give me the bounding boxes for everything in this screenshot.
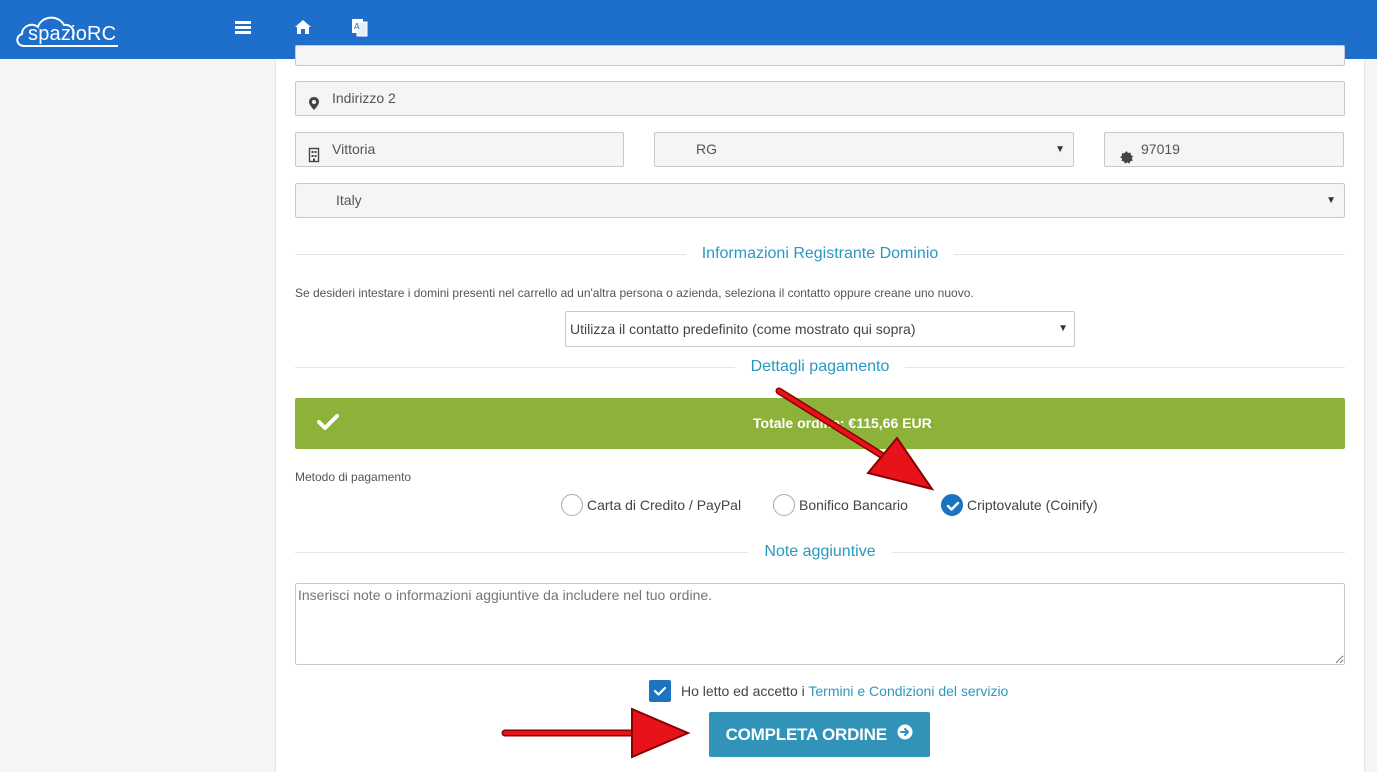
radio-checked-icon — [941, 494, 963, 516]
payment-section-heading: Dettagli pagamento — [295, 355, 1345, 379]
complete-order-label: COMPLETA ORDINE — [725, 725, 888, 744]
address1-field-partial[interactable] — [295, 45, 1345, 66]
payment-option-label: Bonifico Bancario — [799, 497, 908, 513]
payment-title: Dettagli pagamento — [734, 355, 906, 379]
terms-prefix: Ho letto ed accetto i — [681, 683, 809, 699]
order-total-bar: Totale ordine: €115,66 EUR — [295, 398, 1345, 449]
menu-icon[interactable] — [233, 17, 257, 39]
state-select[interactable]: RG ▼ — [654, 132, 1074, 167]
radio-circle — [773, 494, 795, 516]
spaziorc-logo[interactable]: spazioRC — [14, 8, 124, 52]
logo-text: spazioRC — [28, 23, 117, 45]
address2-value: Indirizzo 2 — [332, 90, 396, 106]
registrant-title: Informazioni Registrante Dominio — [685, 242, 955, 266]
chevron-down-icon: ▼ — [1055, 144, 1065, 155]
payment-option-label: Criptovalute (Coinify) — [967, 497, 1098, 513]
chevron-down-icon: ▼ — [1326, 195, 1336, 206]
contact-select-value: Utilizza il contatto predefinito (come m… — [570, 321, 916, 337]
check-icon — [653, 686, 667, 696]
certificate-icon — [1120, 143, 1134, 164]
order-total-text: Totale ordine: €115,66 EUR — [753, 415, 932, 431]
building-icon — [308, 142, 322, 163]
country-select[interactable]: Italy ▼ — [295, 183, 1345, 218]
chevron-down-icon: ▼ — [1058, 323, 1068, 334]
sidebar — [0, 59, 275, 772]
svg-text:A: A — [354, 22, 360, 31]
address2-field[interactable]: Indirizzo 2 — [295, 81, 1345, 116]
payment-option-bank-transfer[interactable]: Bonifico Bancario — [773, 494, 923, 516]
notes-section-heading: Note aggiuntive — [295, 540, 1345, 564]
terms-checkbox[interactable] — [649, 680, 671, 702]
postcode-field[interactable]: 97019 — [1104, 132, 1344, 167]
map-marker-icon — [308, 91, 322, 110]
order-notes-textarea[interactable] — [295, 583, 1345, 665]
complete-order-button[interactable]: COMPLETA ORDINE — [709, 712, 930, 757]
city-value: Vittoria — [332, 141, 376, 157]
home-icon[interactable] — [293, 17, 317, 39]
country-value: Italy — [336, 192, 362, 208]
payment-option-crypto[interactable]: Criptovalute (Coinify) — [941, 494, 1111, 516]
notes-title: Note aggiuntive — [748, 540, 892, 564]
registrant-description: Se desideri intestare i domini presenti … — [295, 286, 974, 300]
radio-circle — [561, 494, 583, 516]
arrow-circle-right-icon — [897, 712, 913, 757]
registrant-section-heading: Informazioni Registrante Dominio — [295, 242, 1345, 266]
terms-text: Ho letto ed accetto i Termini e Condizio… — [681, 682, 1008, 700]
translate-icon[interactable]: A — [349, 17, 373, 39]
payment-method-label: Metodo di pagamento — [295, 470, 412, 484]
payment-option-label: Carta di Credito / PayPal — [587, 497, 742, 513]
city-field[interactable]: Vittoria — [295, 132, 624, 167]
postcode-value: 97019 — [1141, 141, 1180, 157]
check-icon — [317, 413, 339, 436]
payment-option-card-paypal[interactable]: Carta di Credito / PayPal — [561, 494, 751, 516]
contact-select[interactable]: Utilizza il contatto predefinito (come m… — [565, 311, 1075, 347]
state-value: RG — [696, 141, 717, 157]
terms-link[interactable]: Termini e Condizioni del servizio — [808, 683, 1008, 699]
